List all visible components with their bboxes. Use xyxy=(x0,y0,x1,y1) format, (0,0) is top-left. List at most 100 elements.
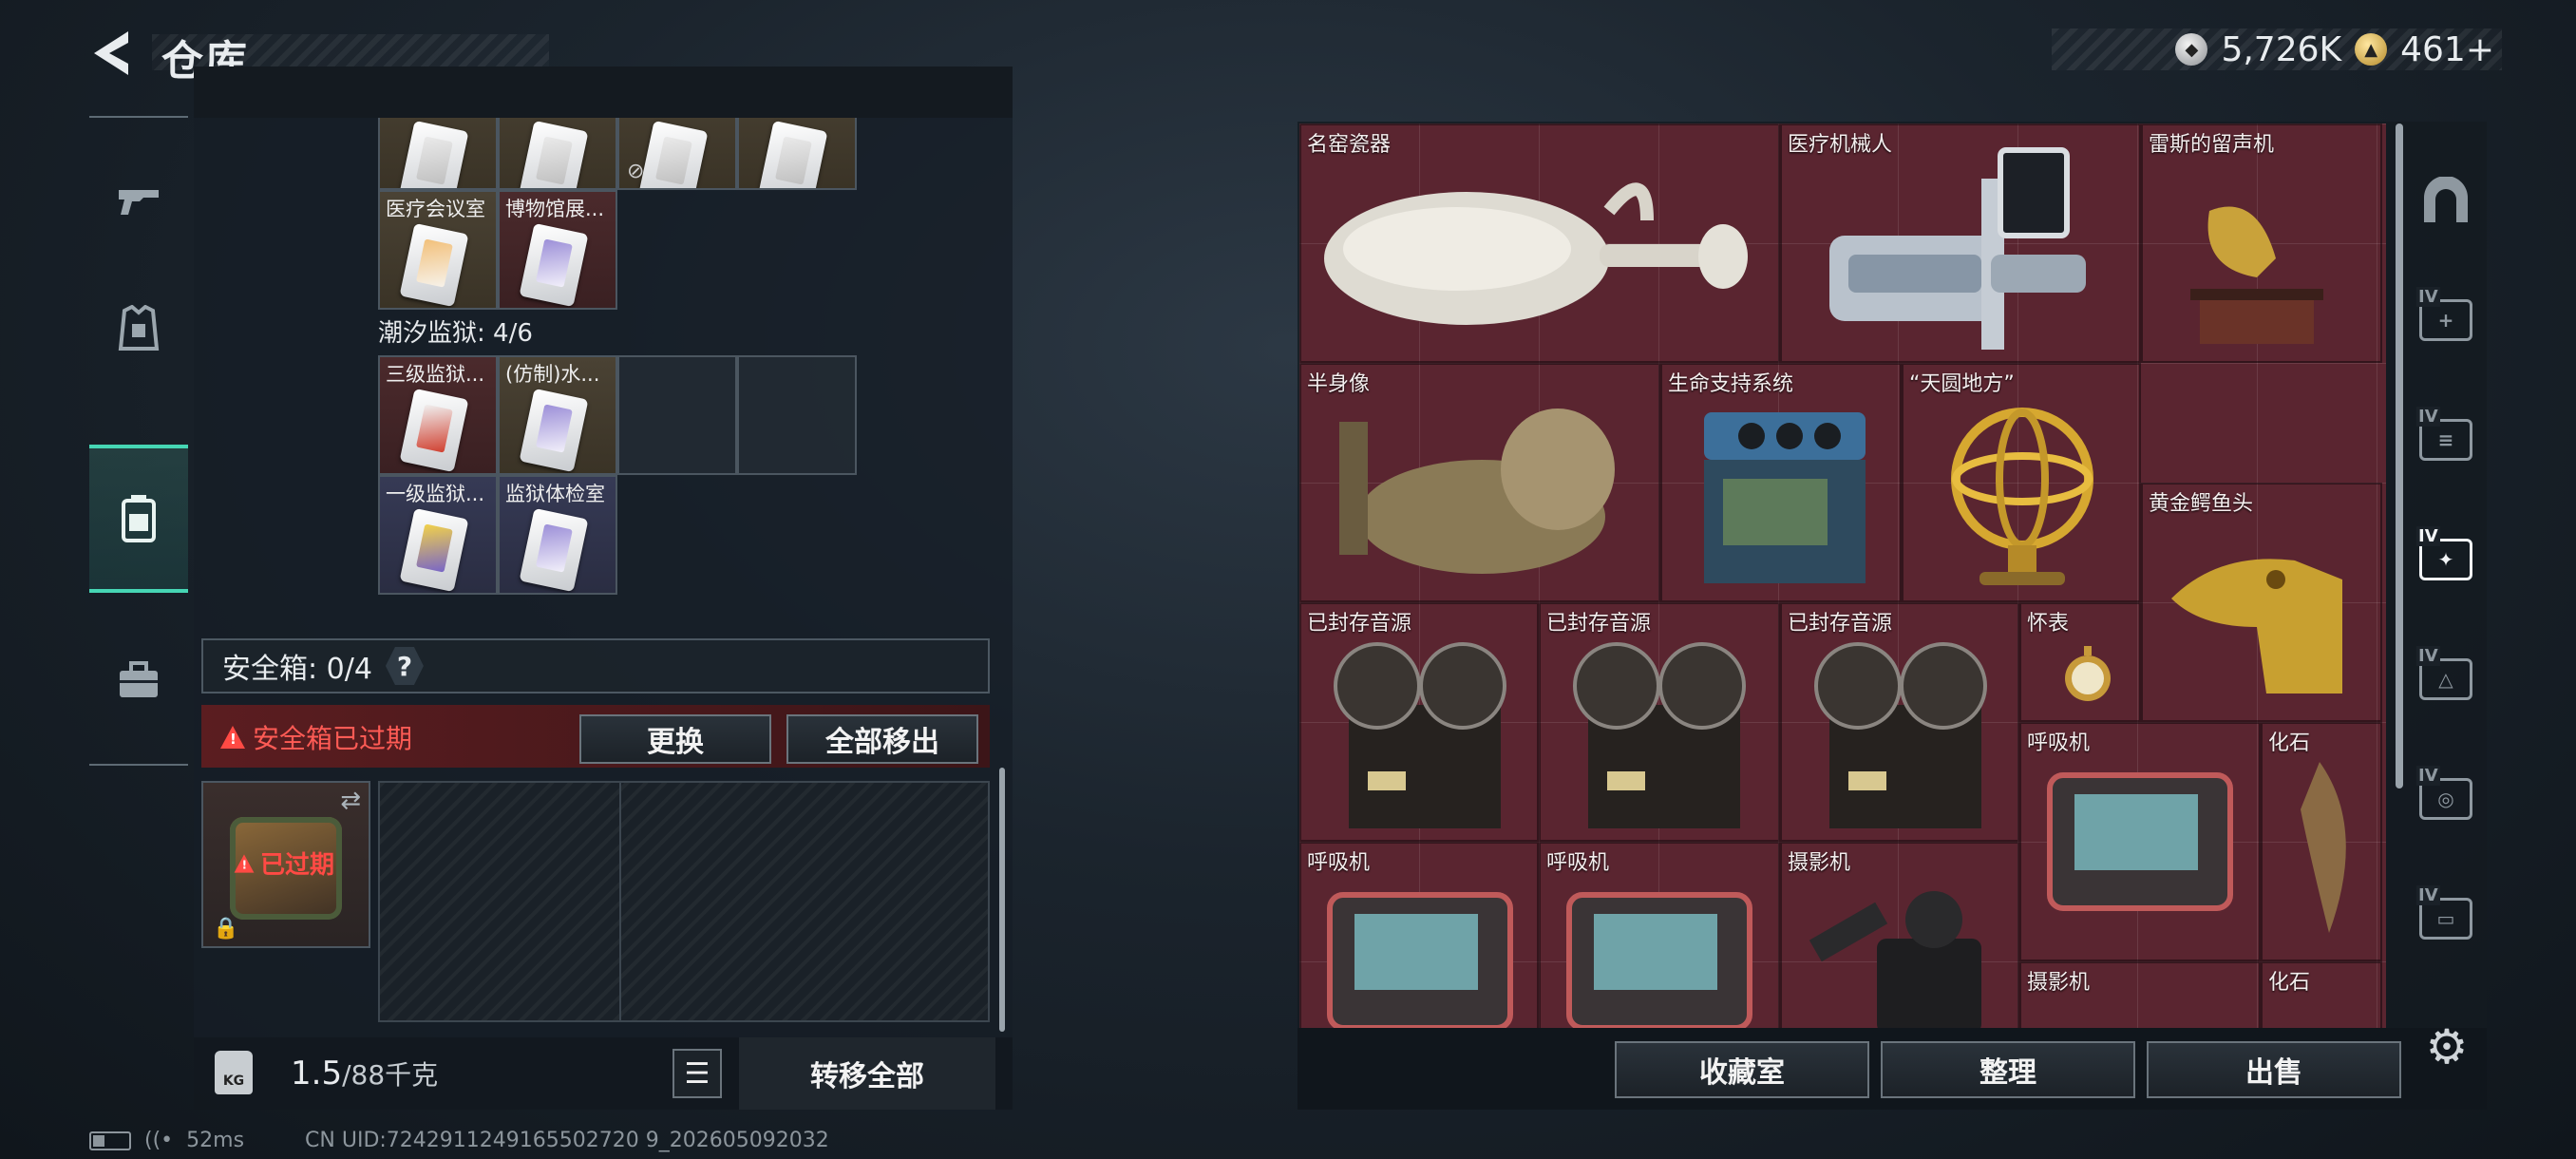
medical-robot-icon xyxy=(1829,147,2086,350)
safebox-item[interactable]: ⇄ ! 已过期 🔒 xyxy=(201,781,370,948)
battery-icon xyxy=(89,1130,131,1150)
weight-icon: KG xyxy=(215,1051,253,1094)
backpack-icon xyxy=(122,495,156,542)
silver-currency-value: 5,726K xyxy=(2221,29,2342,69)
tab-items[interactable] xyxy=(89,606,188,754)
safebox-expired-banner: ! 安全箱已过期 更换 全部移出 xyxy=(201,705,990,768)
gramophone-icon xyxy=(2190,206,2323,344)
key-card-slot[interactable]: 博物馆展... xyxy=(498,190,617,310)
collection-item[interactable]: 摄影机 xyxy=(1780,842,2019,1028)
ping-value: 52ms xyxy=(186,1129,245,1152)
panel-top-mask xyxy=(194,66,1013,118)
move-all-out-button[interactable]: 全部移出 xyxy=(786,714,978,764)
tab-containers[interactable] xyxy=(89,445,188,593)
warning-icon: ! xyxy=(234,853,255,873)
wifi-icon: ((• xyxy=(144,1129,174,1152)
medical-kit-icon: IV + xyxy=(2416,287,2472,341)
warning-icon: ! xyxy=(220,726,245,749)
key-card-slot[interactable]: 监狱体检室 xyxy=(498,475,617,595)
collection-item[interactable]: 呼吸机 xyxy=(1539,842,1780,1028)
vehicle-icon: IV ▭ xyxy=(2416,885,2472,940)
no-transfer-icon: ⊘ xyxy=(627,160,645,183)
ventilator-icon xyxy=(1566,892,1752,1028)
key-card-icon xyxy=(399,388,469,473)
left-category-tabs xyxy=(89,116,188,766)
key-card-slot[interactable]: 一级监狱... xyxy=(378,475,498,595)
key-card-icon xyxy=(519,388,589,473)
collection-item[interactable]: 呼吸机 xyxy=(1299,842,1539,1028)
empty-slot[interactable] xyxy=(737,355,857,475)
collection-item[interactable]: 怀表 xyxy=(2019,602,2141,722)
collection-item[interactable]: 已封存音源 xyxy=(1299,602,1539,842)
help-icon[interactable]: ? xyxy=(385,647,424,685)
collection-grid[interactable]: 名窑瓷器 医疗机械人 雷斯的留声机 半身像 生命支持系统 “天圆地方” 黄金鳄鱼… xyxy=(1299,124,2386,1028)
collection-item[interactable]: 名窑瓷器 xyxy=(1299,124,1780,363)
status-line: ((• 52ms CN UID:7242911249165502720 9_20… xyxy=(89,1129,829,1152)
armillary-sphere-icon xyxy=(1951,408,2093,585)
stash-scrollbar[interactable] xyxy=(999,768,1005,1032)
porcelain-vase-icon xyxy=(1324,182,1748,325)
tab-weapons[interactable] xyxy=(89,127,188,276)
organize-button[interactable]: 整理 xyxy=(1881,1041,2135,1098)
safebox-grid[interactable] xyxy=(378,781,990,1022)
tab-electronics[interactable]: IV ◎ xyxy=(2405,739,2487,859)
life-support-icon xyxy=(1704,412,1866,583)
empty-slot[interactable] xyxy=(617,355,737,475)
swap-icon[interactable]: ⇄ xyxy=(340,787,361,815)
collectible-icon: IV ✦ xyxy=(2416,526,2472,580)
fossil-claw-icon xyxy=(2301,762,2346,933)
sell-button[interactable]: 出售 xyxy=(2147,1041,2401,1098)
key-card-slot[interactable]: 三级监狱... xyxy=(378,355,498,475)
reel-tape-recorder-icon xyxy=(1334,642,1506,828)
collection-item[interactable]: 化石 xyxy=(2261,961,2382,1028)
back-button[interactable] xyxy=(87,27,135,80)
ventilator-icon xyxy=(2047,772,2233,911)
arch-icon xyxy=(2424,177,2468,222)
settings-gear-icon[interactable]: ⚙ xyxy=(2420,1019,2473,1074)
collection-item[interactable]: 黄金鳄鱼头 xyxy=(2141,483,2382,722)
collection-item[interactable]: 摄影机 xyxy=(2019,961,2261,1028)
bust-statue-icon xyxy=(1339,408,1615,574)
grid-divider xyxy=(619,783,621,1020)
gold-currency-value[interactable]: 461+ xyxy=(2400,30,2494,69)
collection-item[interactable]: “天圆地方” xyxy=(1902,363,2141,602)
silver-coin-icon: ◆ xyxy=(2175,33,2208,66)
armor-vest-icon xyxy=(118,305,160,351)
collection-item[interactable]: 已封存音源 xyxy=(1539,602,1780,842)
collection-item[interactable]: 生命支持系统 xyxy=(1660,363,1902,602)
collection-item[interactable]: 半身像 xyxy=(1299,363,1660,602)
section-label: 潮汐监狱: 4/6 xyxy=(378,319,533,348)
key-card-icon xyxy=(399,507,469,593)
tab-safehouse[interactable] xyxy=(2405,141,2487,260)
weight-max: /88千克 xyxy=(342,1059,439,1091)
collection-item[interactable]: 医疗机械人 xyxy=(1780,124,2141,363)
back-arrow-icon xyxy=(94,31,128,75)
warning-text: 安全箱已过期 xyxy=(253,723,413,754)
replace-button[interactable]: 更换 xyxy=(579,714,771,764)
transfer-all-button[interactable]: 转移全部 xyxy=(739,1037,995,1110)
tab-tools[interactable]: IV △ xyxy=(2405,619,2487,739)
pocket-watch-icon xyxy=(2065,646,2111,701)
collection-item[interactable]: 已封存音源 xyxy=(1780,602,2019,842)
safebox-header: 安全箱: 0/4 ? xyxy=(201,638,990,694)
gold-coin-icon: ▲ xyxy=(2355,33,2388,66)
collection-scrollbar[interactable] xyxy=(2396,124,2403,788)
folder-icon: IV ≡ xyxy=(2416,407,2472,461)
tab-documents[interactable]: IV ≡ xyxy=(2405,380,2487,500)
list-view-icon[interactable]: ☰ xyxy=(672,1049,722,1098)
collection-item[interactable]: 雷斯的留声机 xyxy=(2141,124,2382,363)
tab-collectibles[interactable]: IV ✦ xyxy=(2405,500,2487,619)
collection-room-button[interactable]: 收藏室 xyxy=(1615,1041,1869,1098)
key-card-icon xyxy=(519,507,589,593)
key-card-slot[interactable]: 医疗会议室 xyxy=(378,190,498,310)
gun-icon xyxy=(119,190,159,215)
collection-item[interactable]: 呼吸机 xyxy=(2019,722,2261,961)
key-card-slot[interactable]: (仿制)水... xyxy=(498,355,617,475)
collection-item[interactable]: 化石 xyxy=(2261,722,2382,961)
tab-vehicles[interactable]: IV ▭ xyxy=(2405,859,2487,978)
reel-tape-recorder-icon xyxy=(1573,642,1746,828)
briefcase-icon xyxy=(120,661,158,697)
tab-medical[interactable]: IV + xyxy=(2405,260,2487,380)
tab-armor[interactable] xyxy=(89,255,188,403)
device-icon: IV ◎ xyxy=(2416,766,2472,820)
